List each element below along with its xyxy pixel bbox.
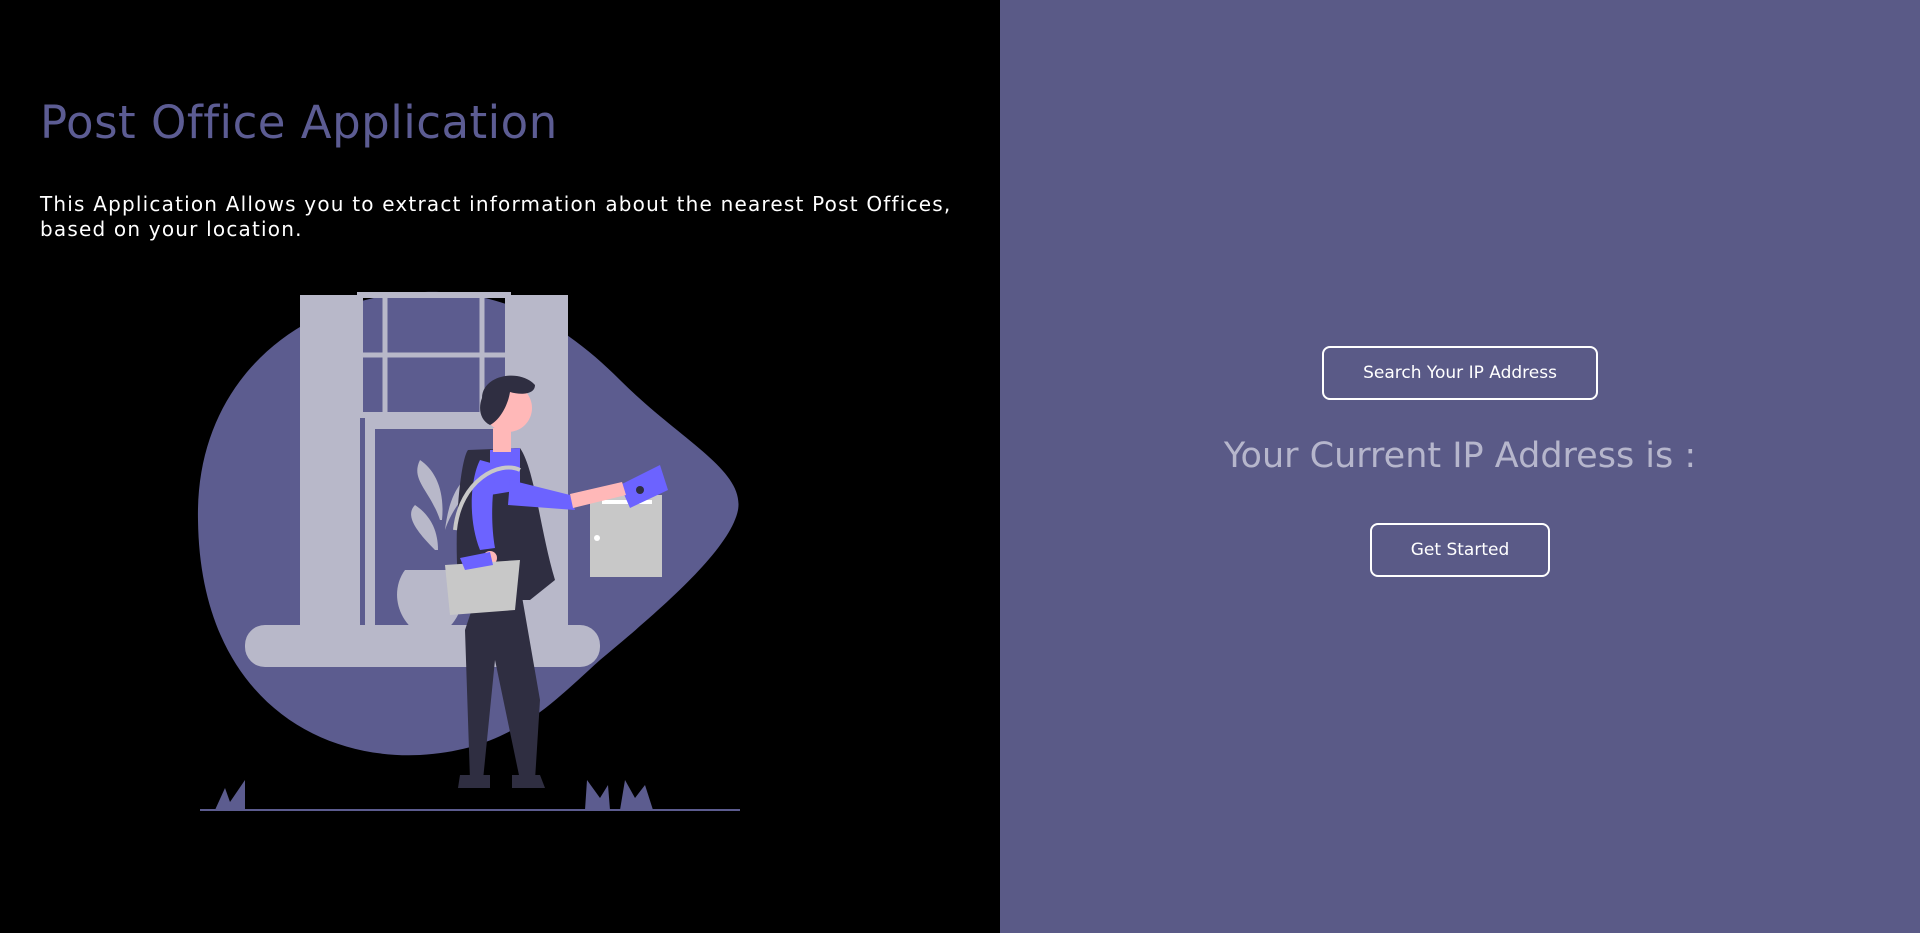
person-mailing-letter-illustration xyxy=(197,291,740,811)
ip-panel: Search Your IP Address Your Current IP A… xyxy=(1000,0,1920,933)
current-ip-label: Your Current IP Address is : xyxy=(1223,436,1697,476)
app-description: This Application Allows you to extract i… xyxy=(40,192,952,241)
search-ip-button[interactable]: Search Your IP Address xyxy=(1322,346,1598,400)
intro-panel: Post Office Application This Application… xyxy=(0,0,1000,933)
page-title: Post Office Application xyxy=(40,96,558,149)
page: Post Office Application This Application… xyxy=(0,0,1920,933)
get-started-button[interactable]: Get Started xyxy=(1370,523,1550,577)
